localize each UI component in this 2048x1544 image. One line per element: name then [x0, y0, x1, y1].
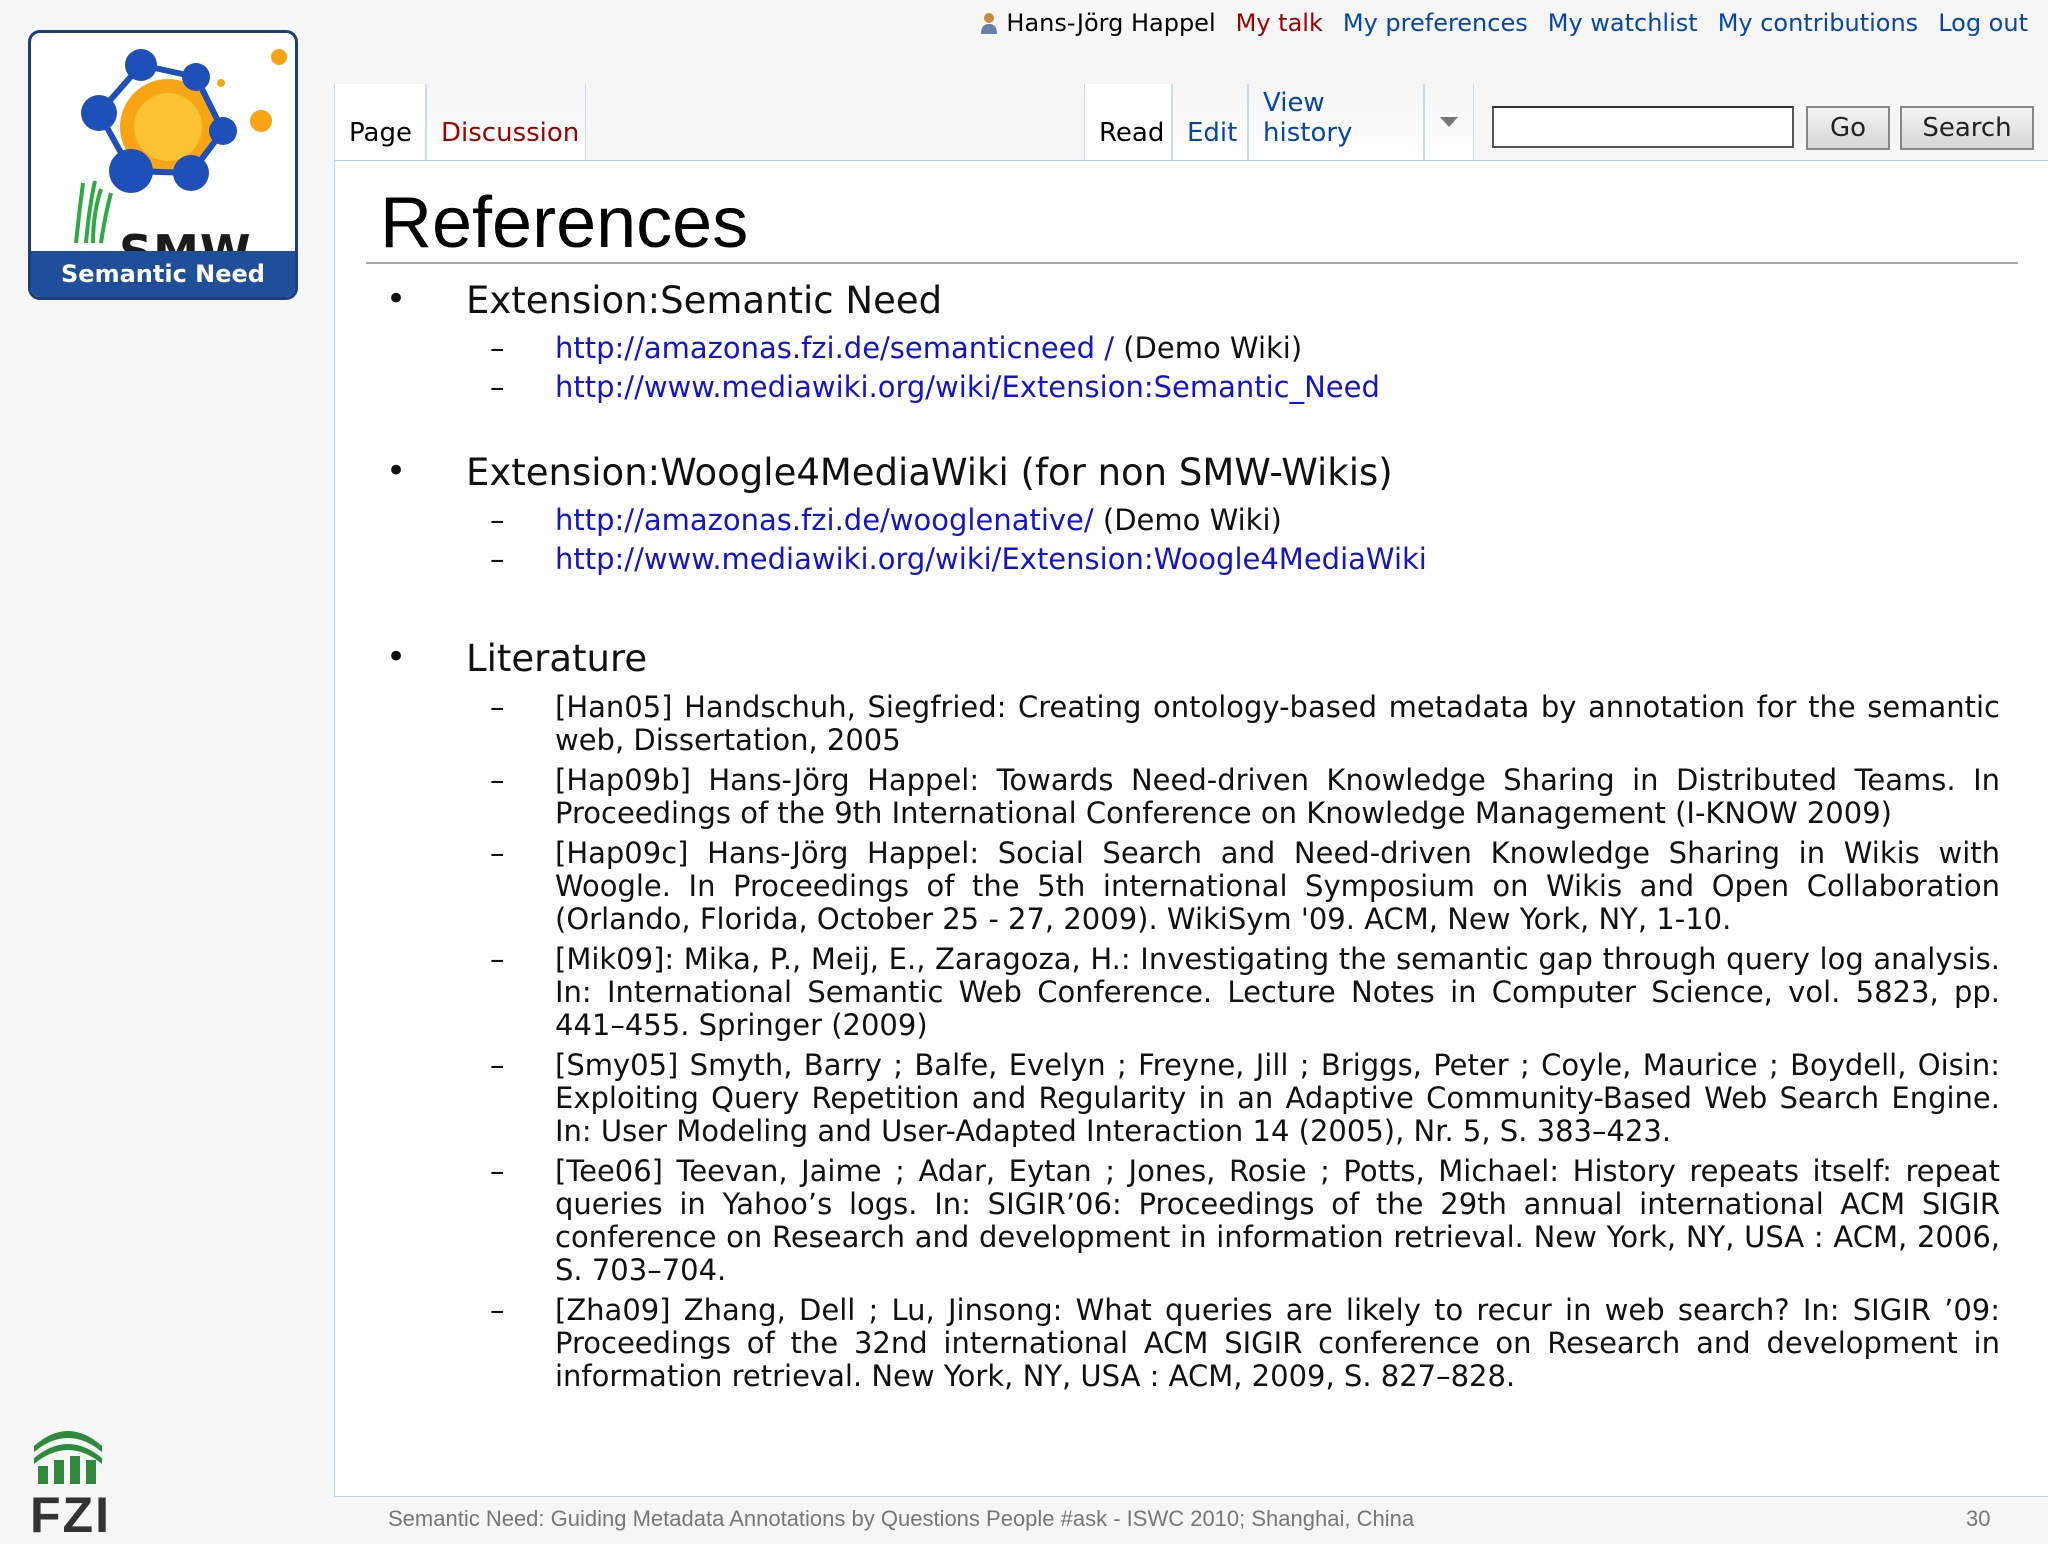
literature-item: – [Mik09]: Mika, P., Meij, E., Zaragoza, …: [380, 943, 2000, 1042]
dash: –: [490, 836, 505, 870]
search-input[interactable]: [1492, 106, 1794, 148]
username: Hans-Jörg Happel: [1006, 9, 1216, 37]
literature-item: – [Hap09b] Hans-Jörg Happel: Towards Need…: [380, 764, 2000, 830]
demo-wiki-link[interactable]: http://amazonas.fzi.de/wooglenative/: [555, 503, 1094, 537]
tab-view-history[interactable]: View history: [1248, 84, 1424, 160]
dash: –: [490, 370, 505, 404]
citation-text: [Smy05] Smyth, Barry ; Balfe, Evelyn ; F…: [555, 1048, 2000, 1148]
list-item: – http://www.mediawiki.org/wiki/Extensio…: [380, 371, 2000, 404]
literature-item: – [Han05] Handschuh, Siegfried: Creating …: [380, 691, 2000, 757]
demo-wiki-note: (Demo Wiki): [1123, 331, 1303, 365]
section-heading: • Extension:Woogle4MediaWiki (for non SM…: [380, 448, 2000, 498]
site-logo[interactable]: SMW Semantic Need: [28, 30, 298, 300]
extension-page-link[interactable]: http://www.mediawiki.org/wiki/Extension:…: [555, 370, 1380, 404]
dash: –: [490, 503, 505, 537]
section-heading-text: Literature: [466, 637, 648, 680]
section-woogle: • Extension:Woogle4MediaWiki (for non SM…: [380, 448, 2000, 576]
literature-item: – [Tee06] Teevan, Jaime ; Adar, Eytan ; J…: [380, 1155, 2000, 1287]
page-title: References: [380, 183, 749, 263]
dash: –: [490, 331, 505, 365]
log-out-link[interactable]: Log out: [1938, 9, 2028, 37]
user-icon: [981, 13, 998, 34]
dash: –: [490, 942, 505, 976]
dash: –: [490, 1154, 505, 1188]
tab-page[interactable]: Page: [334, 84, 426, 160]
user-link[interactable]: Hans-Jörg Happel: [980, 9, 1216, 37]
footer-divider: [334, 1496, 2048, 1497]
my-watchlist-link[interactable]: My watchlist: [1548, 9, 1698, 37]
citation-text: [Hap09b] Hans-Jörg Happel: Towards Need-…: [555, 763, 2000, 830]
citation-text: [Mik09]: Mika, P., Meij, E., Zaragoza, H…: [555, 942, 2000, 1042]
citation-text: [Han05] Handschuh, Siegfried: Creating o…: [555, 690, 2000, 757]
citation-text: [Zha09] Zhang, Dell ; Lu, Jinsong: What …: [555, 1293, 2000, 1393]
citation-text: [Tee06] Teevan, Jaime ; Adar, Eytan ; Jo…: [555, 1154, 2000, 1287]
slide-footer: Semantic Need: Guiding Metadata Annotati…: [388, 1506, 1415, 1531]
section-literature: • Literature – [Han05] Handschuh, Siegfri…: [380, 634, 2000, 1393]
my-contributions-link[interactable]: My contributions: [1718, 9, 1919, 37]
section-heading: • Literature: [380, 634, 2000, 684]
logo-band-text: Semantic Need: [31, 251, 295, 297]
literature-item: – [Smy05] Smyth, Barry ; Balfe, Evelyn ; …: [380, 1049, 2000, 1148]
triangle-down-icon: [1440, 117, 1458, 127]
title-divider: [366, 262, 2018, 264]
my-talk-link[interactable]: My talk: [1236, 9, 1323, 37]
extension-page-link[interactable]: http://www.mediawiki.org/wiki/Extension:…: [555, 542, 1427, 576]
bullet: •: [386, 279, 407, 319]
tab-read[interactable]: Read: [1084, 84, 1172, 160]
tab-edit[interactable]: Edit: [1172, 84, 1248, 160]
list-item: – http://www.mediawiki.org/wiki/Extensio…: [380, 543, 2000, 576]
section-heading-text: Extension:Semantic Need: [466, 279, 943, 322]
more-actions-menu[interactable]: [1424, 84, 1474, 160]
go-button[interactable]: Go: [1806, 106, 1890, 150]
literature-item: – [Zha09] Zhang, Dell ; Lu, Jinsong: What…: [380, 1294, 2000, 1393]
citation-text: [Hap09c] Hans-Jörg Happel: Social Search…: [555, 836, 2000, 936]
section-heading: • Extension:Semantic Need: [380, 276, 2000, 326]
search-button[interactable]: Search: [1900, 106, 2034, 150]
personal-tools: Hans-Jörg Happel My talk My preferences …: [980, 8, 2028, 38]
list-item: – http://amazonas.fzi.de/wooglenative/ (…: [380, 504, 2000, 537]
smw-logo-graphic: [74, 49, 287, 244]
dash: –: [490, 763, 505, 797]
tab-discussion[interactable]: Discussion: [426, 84, 586, 160]
section-heading-text: Extension:Woogle4MediaWiki (for non SMW-…: [466, 451, 1393, 494]
bullet: •: [386, 637, 407, 677]
references-list: • Extension:Semantic Need – http://amazo…: [380, 276, 2000, 1393]
dash: –: [490, 542, 505, 576]
dash: –: [490, 1293, 505, 1327]
bullet: •: [386, 451, 407, 491]
fzi-wordmark: FZI: [30, 1487, 111, 1543]
my-preferences-link[interactable]: My preferences: [1343, 9, 1528, 37]
slide-number: 30: [1966, 1506, 1991, 1531]
dash: –: [490, 690, 505, 724]
section-semantic-need: • Extension:Semantic Need – http://amazo…: [380, 276, 2000, 404]
demo-wiki-link[interactable]: http://amazonas.fzi.de/semanticneed /: [555, 331, 1114, 365]
list-item: – http://amazonas.fzi.de/semanticneed / …: [380, 332, 2000, 365]
dash: –: [490, 1048, 505, 1082]
literature-item: – [Hap09c] Hans-Jörg Happel: Social Searc…: [380, 837, 2000, 936]
demo-wiki-note: (Demo Wiki): [1102, 503, 1282, 537]
